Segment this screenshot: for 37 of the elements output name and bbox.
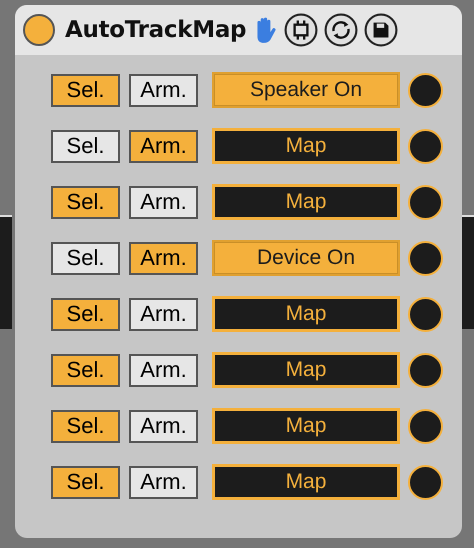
map-button[interactable]: Map: [212, 352, 400, 388]
status-led: [408, 128, 443, 164]
map-button[interactable]: Device On: [212, 240, 400, 276]
refresh-icon[interactable]: [324, 13, 358, 47]
map-button[interactable]: Map: [212, 128, 400, 164]
arm-toggle[interactable]: Arm.: [129, 74, 198, 106]
status-led: [408, 72, 443, 108]
map-button[interactable]: Speaker On: [212, 72, 400, 108]
arm-toggle[interactable]: Arm.: [129, 466, 198, 498]
status-led: [408, 464, 443, 500]
status-led: [408, 352, 443, 388]
power-button[interactable]: [23, 14, 55, 46]
select-toggle[interactable]: Sel.: [51, 186, 120, 218]
arm-toggle[interactable]: Arm.: [129, 242, 198, 274]
select-toggle[interactable]: Sel.: [51, 74, 120, 106]
select-toggle[interactable]: Sel.: [51, 354, 120, 386]
status-led: [408, 296, 443, 332]
device-title: AutoTrackMap: [65, 17, 246, 43]
arm-toggle[interactable]: Arm.: [129, 354, 198, 386]
select-toggle[interactable]: Sel.: [51, 242, 120, 274]
map-button[interactable]: Map: [212, 464, 400, 500]
map-button[interactable]: Map: [212, 296, 400, 332]
map-button[interactable]: Map: [212, 184, 400, 220]
select-toggle[interactable]: Sel.: [51, 130, 120, 162]
status-led: [408, 184, 443, 220]
status-led: [408, 240, 443, 276]
select-toggle[interactable]: Sel.: [51, 466, 120, 498]
save-icon[interactable]: [364, 13, 398, 47]
select-toggle[interactable]: Sel.: [51, 298, 120, 330]
status-led: [408, 408, 443, 444]
chip-icon[interactable]: [284, 13, 318, 47]
arm-toggle[interactable]: Arm.: [129, 410, 198, 442]
select-toggle[interactable]: Sel.: [51, 410, 120, 442]
arm-toggle[interactable]: Arm.: [129, 130, 198, 162]
arm-toggle[interactable]: Arm.: [129, 186, 198, 218]
arm-toggle[interactable]: Arm.: [129, 298, 198, 330]
map-button[interactable]: Map: [212, 408, 400, 444]
